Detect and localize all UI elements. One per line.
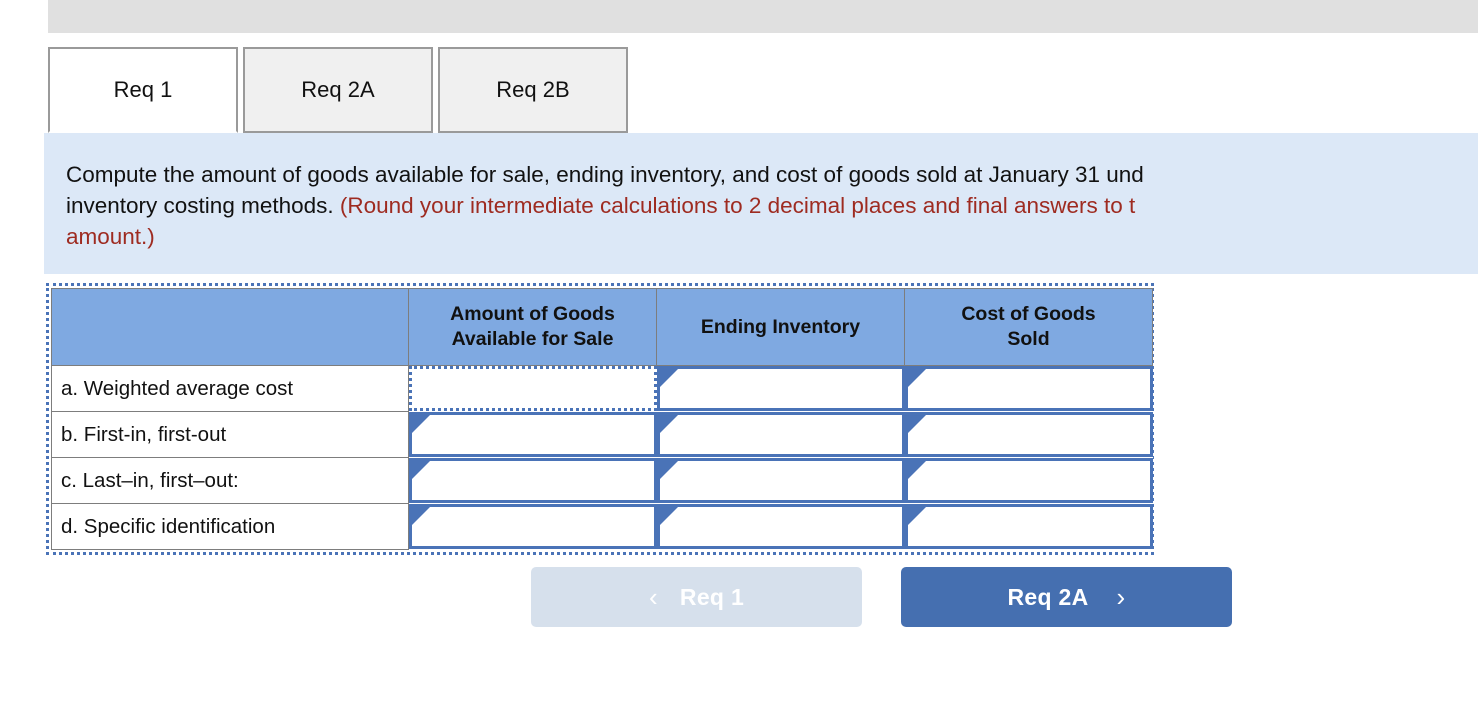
instruction-line-2-text: inventory costing methods.: [66, 193, 340, 218]
next-req-2a-label: Req 2A: [1007, 583, 1089, 610]
table-header-row: Amount of Goods Available for Sale Endin…: [51, 288, 1153, 366]
input-fifo-cogs[interactable]: [904, 412, 1153, 457]
cell-container: [408, 457, 657, 504]
cell-marker-icon: [907, 415, 926, 433]
header-cost-of-goods-sold-line1: Cost of Goods: [961, 303, 1096, 325]
next-req-2a-button[interactable]: Req 2A ›: [901, 567, 1232, 627]
header-ending-inventory-line1: Ending Inventory: [700, 315, 861, 338]
header-cost-of-goods-sold: Cost of Goods Sold: [904, 288, 1153, 366]
table-row: a. Weighted average cost: [51, 365, 1153, 412]
table-row: b. First-in, first-out: [51, 411, 1153, 458]
cell-marker-icon: [659, 369, 678, 388]
row-label-last-in-first-out: c. Last–in, first–out:: [51, 457, 409, 504]
prev-req-1-label: Req 1: [679, 583, 745, 610]
input-specific-id-cogs[interactable]: [904, 504, 1153, 549]
row-label-weighted-average-cost: a. Weighted average cost: [51, 365, 409, 412]
input-fifo-ending-inventory[interactable]: [656, 412, 905, 457]
header-goods-available-line2: Available for Sale: [451, 328, 614, 350]
cell-marker-icon: [659, 461, 678, 479]
tab-req-2a-label: Req 2A: [301, 77, 375, 102]
input-specific-id-goods-available[interactable]: [409, 504, 657, 549]
instruction-line-1-text: Compute the amount of goods available fo…: [66, 162, 1144, 187]
cell-container: [408, 503, 657, 550]
cell-marker-icon: [659, 507, 678, 525]
input-value: [908, 415, 1150, 454]
instruction-panel: Compute the amount of goods available fo…: [44, 133, 1478, 274]
cell-container: [656, 503, 905, 550]
chevron-left-icon: ‹: [648, 581, 658, 612]
prev-req-1-button[interactable]: ‹ Req 1: [531, 567, 862, 627]
navigation-buttons: ‹ Req 1 Req 2A ›: [531, 567, 1232, 627]
cell-container: [904, 457, 1153, 504]
input-fifo-goods-available[interactable]: [409, 412, 657, 457]
cell-marker-icon: [907, 507, 926, 525]
cell-container: [656, 457, 905, 504]
cell-marker-icon: [412, 507, 430, 525]
input-value: [412, 507, 654, 546]
requirement-tabs: Req 1 Req 2A Req 2B: [48, 47, 633, 133]
cell-marker-icon: [907, 461, 926, 479]
cell-container: [904, 411, 1153, 458]
header-blank: [51, 288, 409, 366]
input-value: [908, 461, 1150, 500]
header-goods-available-line1: Amount of Goods: [450, 303, 615, 325]
cell-container: [904, 503, 1153, 550]
tab-req-1-label: Req 1: [113, 77, 173, 102]
cell-marker-icon: [412, 415, 430, 433]
top-toolbar-strip: [48, 0, 1478, 33]
table-row: c. Last–in, first–out:: [51, 457, 1153, 504]
table-row: d. Specific identification: [51, 503, 1153, 550]
tab-req-2b-label: Req 2B: [496, 77, 570, 102]
header-goods-available: Amount of Goods Available for Sale: [408, 288, 657, 366]
input-value: [412, 369, 654, 408]
input-value: [660, 461, 902, 500]
input-value: [660, 415, 902, 454]
input-lifo-ending-inventory[interactable]: [656, 458, 905, 503]
input-weighted-average-cogs[interactable]: [904, 366, 1153, 412]
cell-container: [656, 411, 905, 458]
input-lifo-goods-available[interactable]: [409, 458, 657, 503]
instruction-line-3-text: amount.): [66, 224, 155, 249]
input-value: [908, 369, 1150, 408]
answer-table: Amount of Goods Available for Sale Endin…: [51, 288, 1153, 550]
chevron-right-icon: ›: [1116, 581, 1126, 612]
tab-req-1[interactable]: Req 1: [48, 47, 238, 133]
header-cost-of-goods-sold-line2: Sold: [1007, 328, 1050, 350]
input-lifo-cogs[interactable]: [904, 458, 1153, 503]
input-value: [908, 507, 1150, 546]
input-value: [412, 415, 654, 454]
tab-req-2a[interactable]: Req 2A: [243, 47, 433, 133]
cell-container: [656, 365, 905, 412]
exercise-page: Req 1 Req 2A Req 2B Compute the amount o…: [0, 0, 1478, 708]
tab-req-2b[interactable]: Req 2B: [438, 47, 628, 133]
cell-container: [904, 365, 1153, 412]
instruction-rounding-note: (Round your intermediate calculations to…: [339, 193, 1136, 218]
answer-table-container: Amount of Goods Available for Sale Endin…: [46, 283, 1154, 555]
input-value: [660, 507, 902, 546]
input-weighted-average-ending-inventory[interactable]: [656, 366, 905, 412]
cell-marker-icon: [412, 461, 430, 479]
input-value: [412, 461, 654, 500]
row-label-specific-identification: d. Specific identification: [51, 503, 409, 550]
input-specific-id-ending-inventory[interactable]: [656, 504, 905, 549]
cell-container: [408, 411, 657, 458]
cell-container: [408, 365, 657, 412]
instruction-line-3: amount.): [66, 221, 1478, 252]
row-label-first-in-first-out: b. First-in, first-out: [51, 411, 409, 458]
cell-marker-icon: [907, 369, 926, 388]
header-ending-inventory: Ending Inventory: [656, 288, 905, 366]
instruction-line-1: Compute the amount of goods available fo…: [66, 159, 1478, 190]
input-value: [660, 369, 902, 408]
instruction-text: Compute the amount of goods available fo…: [66, 159, 1478, 252]
cell-marker-icon: [659, 415, 678, 433]
input-weighted-average-goods-available[interactable]: [409, 366, 657, 412]
instruction-line-2: inventory costing methods. (Round your i…: [66, 190, 1478, 221]
